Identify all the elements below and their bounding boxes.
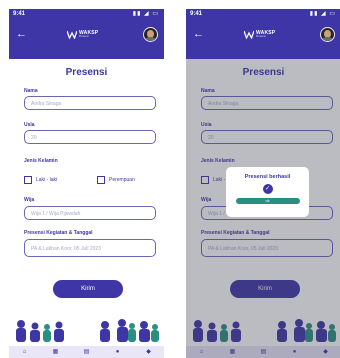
modal-title: Presensi berhasil	[244, 174, 291, 180]
nama-label: Nama	[24, 88, 38, 94]
male-label: Laki - laki	[36, 177, 58, 183]
submit-button[interactable]: Kirim	[53, 280, 123, 298]
logo-mark-icon	[244, 30, 254, 39]
bottom-nav: ⌂ ▦ ▤ ● ◆	[9, 346, 164, 358]
male-checkbox[interactable]	[24, 176, 32, 184]
avatar[interactable]	[320, 27, 335, 42]
avatar[interactable]	[143, 27, 158, 42]
gender-female-option[interactable]: Perempuan	[97, 176, 135, 184]
check-icon: ✓	[262, 184, 273, 194]
gift-icon[interactable]: ◆	[145, 348, 153, 356]
female-checkbox[interactable]	[97, 176, 105, 184]
app-logo: WAKSP Presensi	[244, 30, 284, 39]
logo-sub: Presensi	[79, 35, 89, 38]
logo-sub: Presensi	[256, 35, 266, 38]
phone-screen-form: 9:41 ▮▮ ◢ ▭ ← WAKSP Presensi Presensi Na…	[9, 9, 164, 358]
page-title: Presensi	[65, 67, 108, 78]
female-label: Perempuan	[109, 177, 135, 183]
modal-ok-button[interactable]: ok	[235, 198, 300, 204]
status-time: 9:41	[13, 11, 26, 17]
nama-field[interactable]: Andra Sinaga	[24, 96, 156, 110]
app-header: 9:41 ▮▮ ◢ ▭ ← WAKSP Presensi	[9, 9, 164, 59]
app-header: 9:41 ▮▮ ◢ ▭ ← WAKSP Presensi	[186, 9, 340, 59]
status-time: 9:41	[190, 11, 203, 17]
grid-icon[interactable]: ▦	[52, 348, 60, 356]
usia-field[interactable]: 20	[24, 130, 156, 144]
wija-label: Wija	[24, 197, 35, 203]
phone-screen-success: 9:41 ▮▮ ◢ ▭ ← WAKSP Presensi Presensi Na…	[186, 9, 340, 358]
document-icon[interactable]: ▤	[83, 348, 91, 356]
app-logo: WAKSP Presensi	[67, 30, 107, 39]
people-illustration	[16, 319, 159, 342]
home-icon[interactable]: ⌂	[21, 348, 29, 356]
gender-label: Jenis Kelamin	[24, 158, 58, 164]
user-icon[interactable]: ●	[114, 348, 122, 356]
wija-field[interactable]: Wija 1 / Wija Pijewdah	[24, 206, 156, 220]
kegiatan-label: Presensi Kegiatan & Tanggal	[24, 230, 93, 236]
success-modal: Presensi berhasil ✓ ok	[226, 167, 309, 217]
back-arrow-icon[interactable]: ←	[193, 29, 204, 40]
usia-label: Usia	[24, 122, 35, 128]
status-icons: ▮▮ ◢ ▭	[309, 11, 336, 17]
logo-mark-icon	[67, 30, 77, 39]
gender-male-option[interactable]: Laki - laki	[24, 176, 57, 184]
back-arrow-icon[interactable]: ←	[16, 29, 27, 40]
status-icons: ▮▮ ◢ ▭	[132, 11, 159, 17]
kegiatan-field[interactable]: PA & Latihan Koor, 05 Juli 2023	[24, 239, 156, 257]
